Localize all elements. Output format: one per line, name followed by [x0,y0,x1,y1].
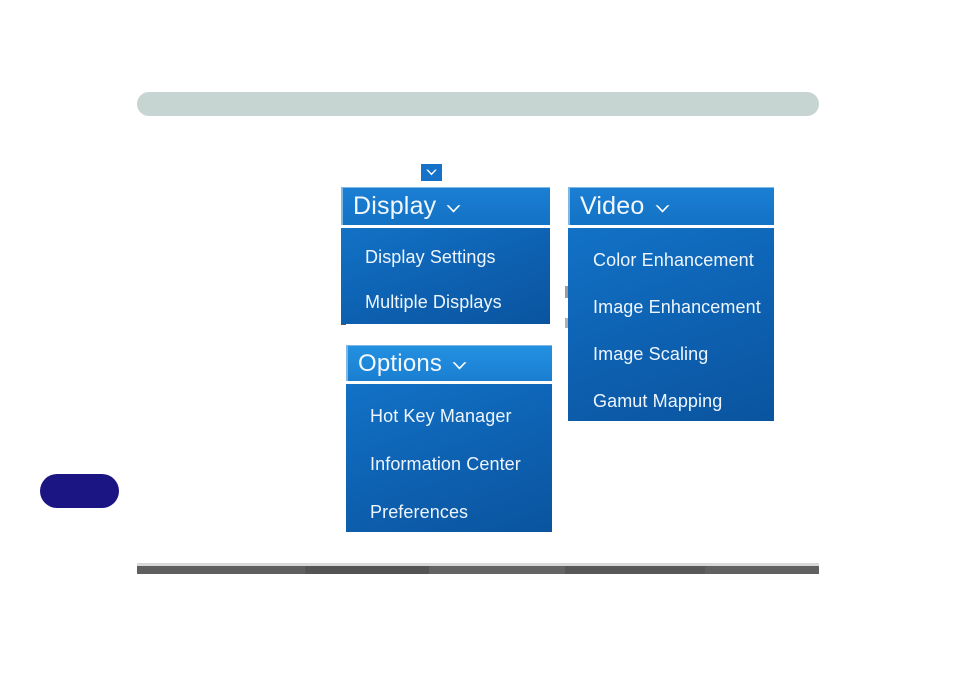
menu-panel-video: Video Color Enhancement Image Enhancemen… [568,187,774,421]
menu-body-display: Display Settings Multiple Displays [341,228,550,324]
menu-item-label: Display Settings [365,246,496,267]
menu-item-information-center[interactable]: Information Center [346,440,552,488]
menu-item-label: Hot Key Manager [370,406,512,426]
menu-header-video[interactable]: Video [568,187,774,225]
menu-item-label: Image Enhancement [593,296,761,317]
chevron-down-icon [451,360,468,372]
menu-item-label: Image Scaling [593,343,709,364]
chevron-down-icon [445,203,462,215]
menu-panel-display: Display Display Settings Multiple Displa… [341,187,550,324]
menu-body-video: Color Enhancement Image Enhancement Imag… [568,228,774,421]
menu-item-hot-key-manager[interactable]: Hot Key Manager [346,392,552,440]
menu-panel-options: Options Hot Key Manager Information Cent… [346,345,552,532]
menu-item-gamut-mapping[interactable]: Gamut Mapping [568,377,774,424]
page-nav-pill[interactable] [40,474,119,508]
rule-segment [705,566,819,574]
rule-segment [305,566,429,574]
rule-segment [429,566,565,574]
rule-segment [137,566,305,574]
menu-item-label: Information Center [370,454,521,474]
menu-toggle-button[interactable] [421,164,442,181]
menu-item-multiple-displays[interactable]: Multiple Displays [341,279,550,324]
rule-segment [565,566,705,574]
menu-body-options: Hot Key Manager Information Center Prefe… [346,384,552,532]
menu-item-label: Gamut Mapping [593,390,723,411]
chevron-down-icon [425,168,438,178]
menu-header-display[interactable]: Display [341,187,550,225]
menu-item-color-enhancement[interactable]: Color Enhancement [568,236,774,283]
menu-title-display: Display [353,192,437,220]
menu-item-display-settings[interactable]: Display Settings [341,234,550,279]
menu-item-label: Preferences [370,502,469,522]
menu-title-video: Video [580,192,645,220]
page-top-bar [137,92,819,116]
page-bottom-rule [137,566,819,574]
menu-item-label: Color Enhancement [593,249,754,270]
menu-item-image-scaling[interactable]: Image Scaling [568,330,774,377]
menu-item-image-enhancement[interactable]: Image Enhancement [568,283,774,330]
menu-item-label: Multiple Displays [365,291,502,312]
menu-item-preferences[interactable]: Preferences [346,488,552,536]
menu-title-options: Options [358,349,443,377]
chevron-down-icon [654,203,671,215]
menu-header-options[interactable]: Options [346,345,552,381]
